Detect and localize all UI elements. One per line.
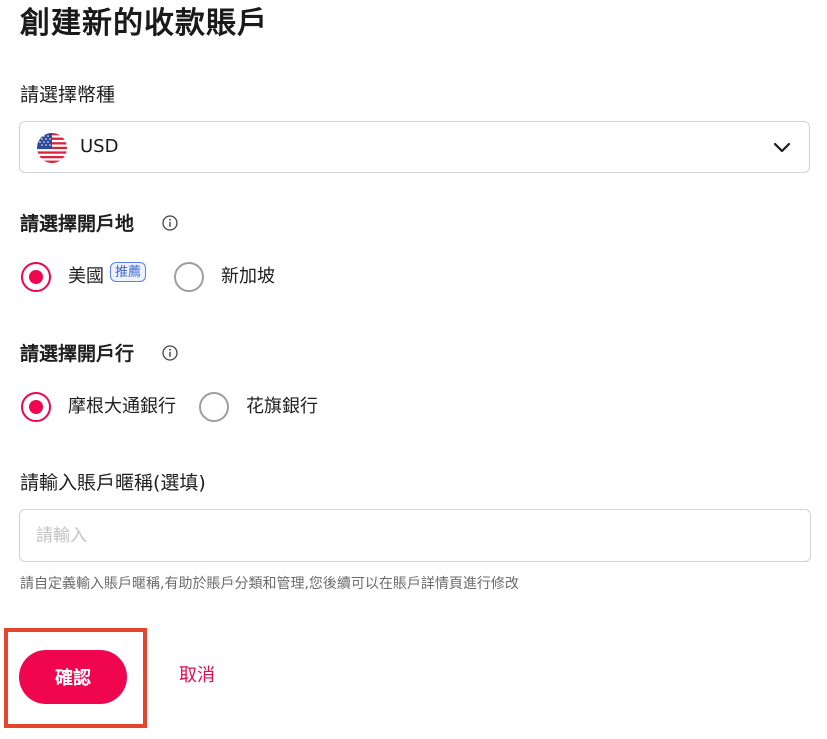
radio-bank-jpmorgan[interactable] [21, 392, 51, 422]
bank-label: 請選擇開戶行 [20, 343, 135, 365]
region-option-us-label: 美國 [68, 266, 104, 287]
region-label: 請選擇開戶地 [20, 213, 135, 235]
bank-option-citibank-label: 花旗銀行 [246, 396, 318, 417]
region-option-singapore-label: 新加坡 [221, 266, 275, 287]
us-flag-icon [37, 133, 67, 163]
radio-bank-citibank[interactable] [199, 392, 229, 422]
info-icon[interactable] [162, 215, 178, 231]
nickname-input[interactable] [19, 509, 811, 562]
currency-select[interactable]: USD [19, 121, 810, 173]
currency-label: 請選擇幣種 [20, 84, 116, 106]
radio-region-us[interactable] [21, 262, 51, 292]
page-title: 創建新的收款賬戶 [20, 6, 268, 41]
bank-option-jpmorgan-label: 摩根大通銀行 [68, 396, 176, 417]
recommended-badge: 推薦 [110, 262, 147, 282]
nickname-label: 請輸入賬戶暱稱(選填) [20, 472, 206, 494]
nickname-hint: 請自定義輸入賬戶暱稱,有助於賬戶分類和管理,您後續可以在賬戶詳情頁進行修改 [20, 576, 519, 592]
highlight-box [4, 628, 147, 728]
cancel-button[interactable]: 取消 [179, 664, 215, 688]
currency-value: USD [80, 136, 119, 157]
chevron-down-icon[interactable] [773, 139, 791, 157]
radio-region-singapore[interactable] [174, 262, 204, 292]
info-icon[interactable] [162, 345, 178, 361]
